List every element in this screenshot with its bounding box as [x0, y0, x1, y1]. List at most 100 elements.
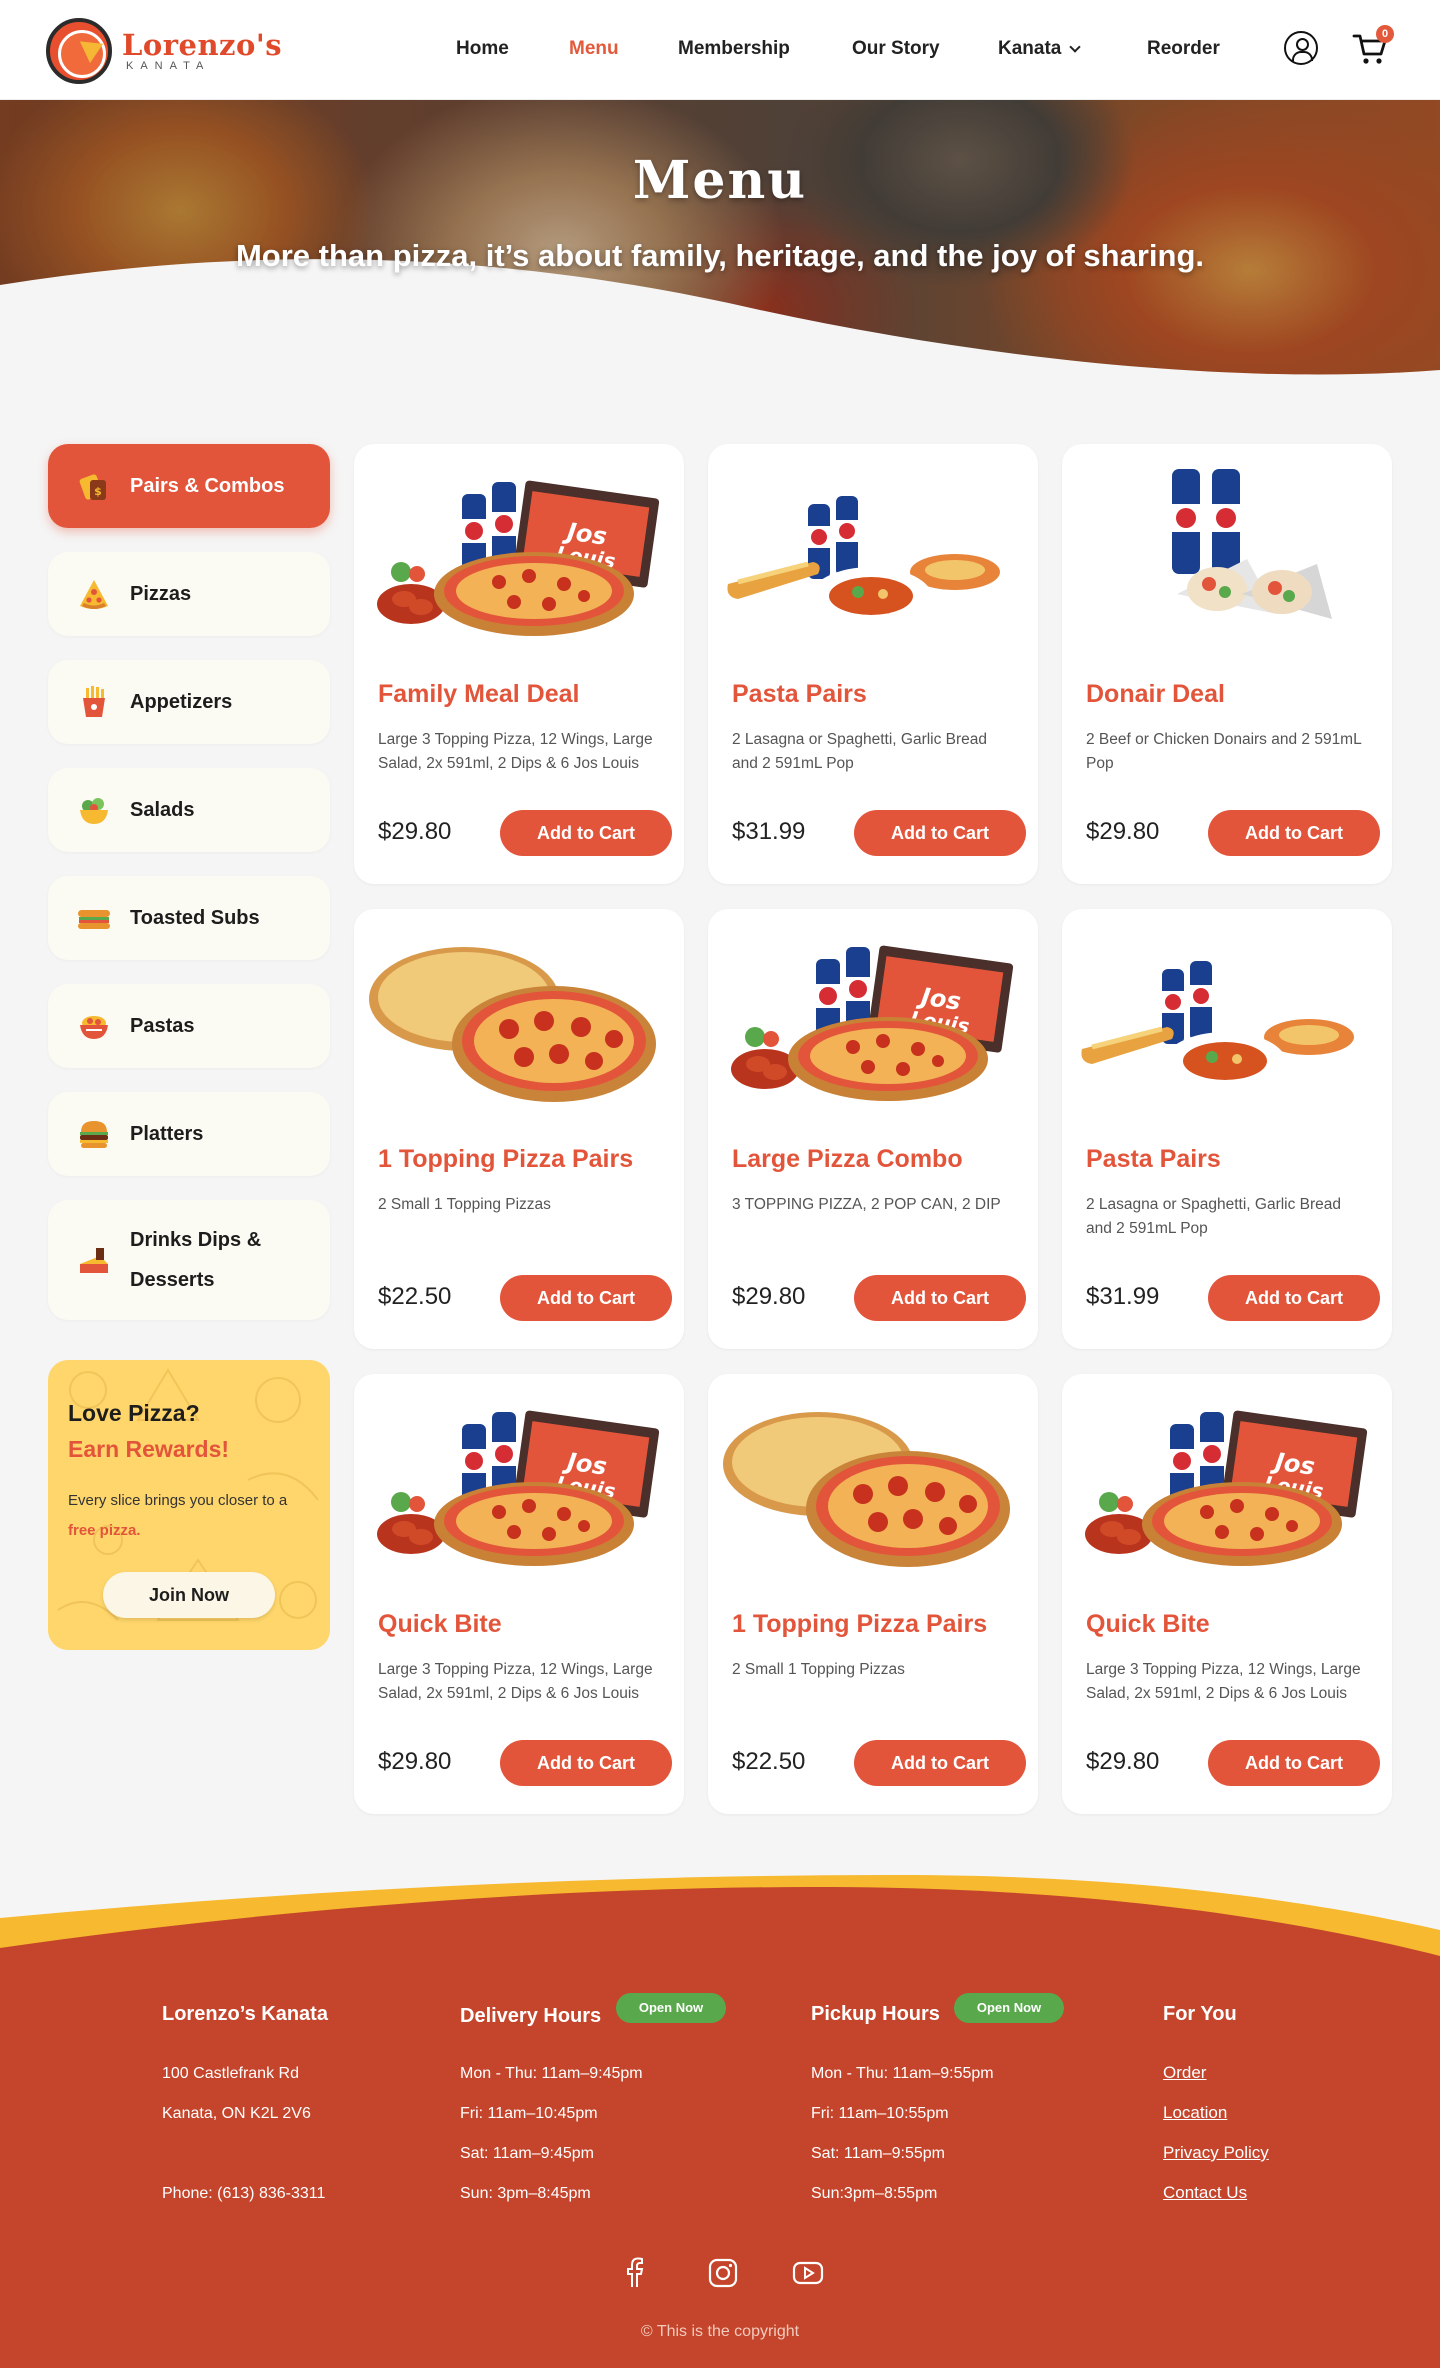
category-label: Salads: [130, 799, 195, 821]
add-to-cart-button[interactable]: Add to Cart: [500, 810, 672, 856]
product-image[interactable]: [1077, 464, 1377, 644]
category-drinks-dips-desserts[interactable]: Drinks Dips & Desserts: [48, 1200, 330, 1320]
product-title[interactable]: Pasta Pairs: [732, 680, 867, 709]
delivery-hours-sat: Sat: 11am–9:45pm: [460, 2145, 595, 2162]
add-to-cart-button[interactable]: Add to Cart: [854, 1740, 1026, 1786]
hero-subtitle: More than pizza, it’s about family, heri…: [235, 238, 1204, 273]
product-description: 2 Lasagna or Spaghetti, Garlic Bread and…: [732, 731, 988, 772]
product-card[interactable]: 1 Topping Pizza Pairs 2 Small 1 Topping P…: [354, 909, 684, 1349]
add-to-cart-button[interactable]: Add to Cart: [500, 1275, 672, 1321]
add-to-cart-button[interactable]: Add to Cart: [1208, 810, 1380, 856]
account-icon[interactable]: [1284, 31, 1318, 65]
add-to-cart-button[interactable]: Add to Cart: [854, 1275, 1026, 1321]
product-title[interactable]: Quick Bite: [378, 1610, 502, 1639]
product-image[interactable]: Jos Louis: [369, 1394, 669, 1574]
cart-count-badge: 0: [1376, 25, 1394, 43]
add-to-cart-button[interactable]: Add to Cart: [1208, 1275, 1380, 1321]
nav-home[interactable]: Home: [456, 38, 509, 60]
product-card[interactable]: Pasta Pairs 2 Lasagna or Spaghetti, Garli…: [708, 444, 1038, 884]
product-price: $29.80: [378, 1748, 452, 1775]
product-price: $31.99: [732, 818, 806, 845]
category-label: Drinks Dips & Desserts: [130, 1229, 262, 1291]
product-image[interactable]: [723, 1394, 1023, 1574]
delivery-hours-sun: Sun: 3pm–8:45pm: [460, 2185, 591, 2202]
product-description: 2 Small 1 Topping Pizzas: [378, 1196, 551, 1213]
delivery-hours-fri: Fri: 11am–10:45pm: [460, 2105, 598, 2122]
nav-menu[interactable]: Menu: [569, 38, 619, 60]
burger-icon: [80, 1121, 108, 1148]
product-image[interactable]: Jos Louis: [1077, 1394, 1377, 1574]
pasta-bowl-icon: [80, 1016, 108, 1039]
category-toasted-subs[interactable]: Toasted Subs: [48, 876, 330, 960]
category-salads[interactable]: Salads: [48, 768, 330, 852]
product-title[interactable]: Pasta Pairs: [1086, 1145, 1221, 1174]
youtube-icon[interactable]: [791, 2256, 825, 2290]
product-description: Large 3 Topping Pizza, 12 Wings, Large S…: [378, 1661, 653, 1702]
footer-pickup-title: Pickup Hours: [811, 2003, 940, 2025]
delivery-open-badge: Open Now: [616, 1993, 726, 2023]
product-image[interactable]: [1077, 929, 1377, 1109]
category-pastas[interactable]: Pastas: [48, 984, 330, 1068]
add-to-cart-button[interactable]: Add to Cart: [500, 1740, 672, 1786]
product-card[interactable]: Jos Louis Quick Bite Large 3 Topping Pizz…: [1062, 1374, 1392, 1814]
product-card[interactable]: Jos Louis Family Meal Deal Large 3 Toppin…: [354, 444, 684, 884]
product-title[interactable]: Large Pizza Combo: [732, 1145, 963, 1174]
delivery-hours-mon-thu: Mon - Thu: 11am–9:45pm: [460, 2065, 643, 2082]
product-card[interactable]: Pasta Pairs 2 Lasagna or Spaghetti, Garli…: [1062, 909, 1392, 1349]
product-description: 2 Small 1 Topping Pizzas: [732, 1661, 905, 1678]
footer-link-contact-us[interactable]: Contact Us: [1163, 2183, 1247, 2203]
product-image[interactable]: [723, 464, 1023, 644]
svg-text:$: $: [94, 485, 102, 498]
site-header: Lorenzo's KANATA Home Menu Membership Ou…: [0, 0, 1440, 100]
pickup-open-badge: Open Now: [954, 1993, 1064, 2023]
product-price: $29.80: [378, 818, 452, 845]
category-pizzas[interactable]: Pizzas: [48, 552, 330, 636]
product-card[interactable]: Jos Louis Large Pizza Combo 3 TOPPING PIZ…: [708, 909, 1038, 1349]
category-label: Platters: [130, 1123, 204, 1145]
footer-link-privacy-policy[interactable]: Privacy Policy: [1163, 2143, 1269, 2163]
product-card[interactable]: Jos Louis Quick Bite Large 3 Topping Pizz…: [354, 1374, 684, 1814]
product-title[interactable]: Family Meal Deal: [378, 680, 579, 709]
category-pairs-combos[interactable]: $ Pairs & Combos: [48, 444, 330, 528]
promo-highlight: free pizza.: [68, 1522, 141, 1539]
footer-address-line1: 100 Castlefrank Rd: [162, 2065, 299, 2082]
nav-membership[interactable]: Membership: [678, 38, 790, 60]
product-description: 3 TOPPING PIZZA, 2 POP CAN, 2 DIP: [732, 1196, 1001, 1213]
pickup-hours-mon-thu: Mon - Thu: 11am–9:55pm: [811, 2065, 994, 2082]
product-card[interactable]: 1 Topping Pizza Pairs 2 Small 1 Topping P…: [708, 1374, 1038, 1814]
pizza-slice-icon: [80, 580, 108, 609]
nav-reorder[interactable]: Reorder: [1147, 38, 1220, 60]
product-price: $22.50: [732, 1748, 806, 1775]
product-price: $29.80: [732, 1283, 806, 1310]
nav-location-label: Kanata: [998, 38, 1062, 59]
product-title[interactable]: Quick Bite: [1086, 1610, 1210, 1639]
product-description: 2 Beef or Chicken Donairs and 2 591mL Po…: [1086, 731, 1362, 772]
product-image[interactable]: Jos Louis: [723, 929, 1023, 1109]
product-card[interactable]: Donair Deal 2 Beef or Chicken Donairs and…: [1062, 444, 1392, 884]
footer-copyright: © This is the copyright: [640, 2323, 800, 2340]
add-to-cart-button[interactable]: Add to Cart: [854, 810, 1026, 856]
category-appetizers[interactable]: Appetizers: [48, 660, 330, 744]
instagram-icon[interactable]: [706, 2256, 740, 2290]
footer-link-order[interactable]: Order: [1163, 2063, 1206, 2083]
footer-link-location[interactable]: Location: [1163, 2103, 1227, 2123]
category-label: Appetizers: [130, 691, 233, 713]
product-title[interactable]: Donair Deal: [1086, 680, 1225, 709]
product-image[interactable]: Jos Louis: [369, 464, 669, 644]
product-image[interactable]: [369, 929, 669, 1109]
product-title[interactable]: 1 Topping Pizza Pairs: [378, 1145, 633, 1174]
category-platters[interactable]: Platters: [48, 1092, 330, 1176]
nav-location-dropdown[interactable]: Kanata: [998, 38, 1082, 60]
facebook-icon[interactable]: [618, 2256, 652, 2290]
product-price: $31.99: [1086, 1283, 1160, 1310]
nav-our-story[interactable]: Our Story: [852, 38, 940, 60]
category-label: Pairs & Combos: [130, 475, 285, 497]
join-now-button[interactable]: Join Now: [103, 1572, 275, 1618]
footer-foryou-title: For You: [1163, 2003, 1237, 2025]
page-title: Menu: [632, 150, 808, 211]
add-to-cart-button[interactable]: Add to Cart: [1208, 1740, 1380, 1786]
footer-delivery-title: Delivery Hours: [460, 2005, 602, 2027]
product-title[interactable]: 1 Topping Pizza Pairs: [732, 1610, 987, 1639]
product-price: $29.80: [1086, 818, 1160, 845]
promo-text: Every slice brings you closer to a free …: [68, 1492, 288, 1539]
